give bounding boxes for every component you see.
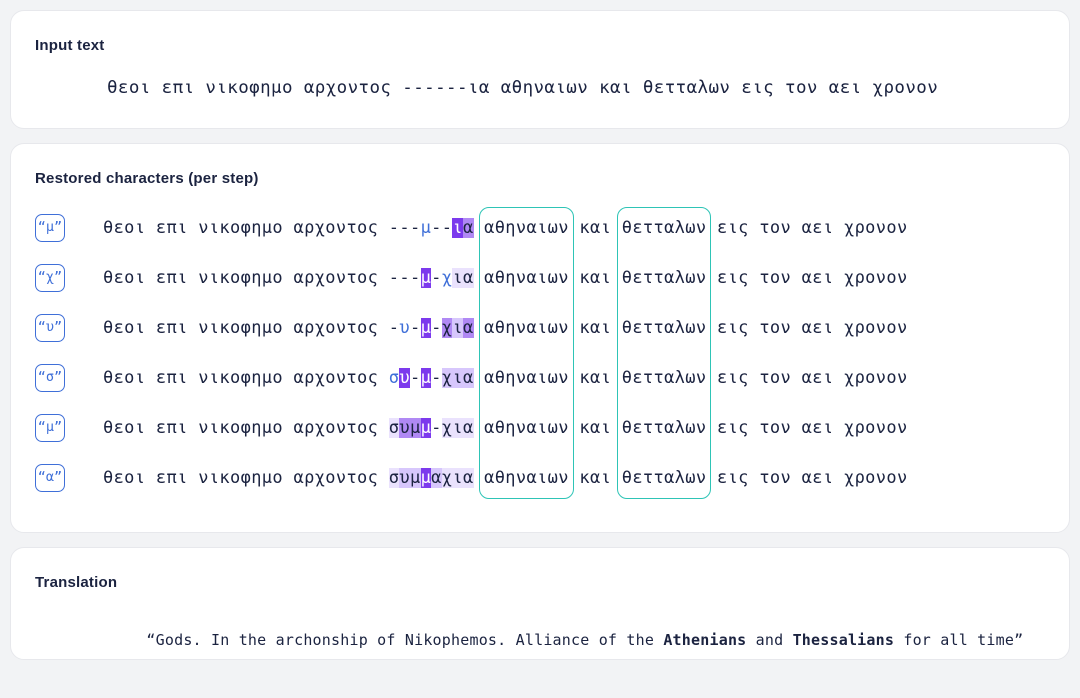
gap-char: μ [420,368,432,388]
gap-char: χ [441,268,453,288]
gap-char: - [388,318,400,338]
step-suffix: αθηναιων και θετταλων εις τον αει χρονον [473,418,908,438]
input-section-title: Input text [35,37,105,54]
gap-char: σ [388,468,400,488]
gap-char: υ [399,318,410,338]
translation-bold-athenians: Athenians [663,631,747,649]
step-row: “σ” θεοι επι νικοφημο αρχοντος συ-μ-χια α… [35,353,1045,403]
translation-part-middle: and [746,631,793,649]
gap-char: υ [399,368,410,388]
step-prefix: θεοι επι νικοφημο αρχοντος [103,318,389,338]
translation-part-open: “Gods. In the archonship of Nikophemos. … [146,631,664,649]
step-badge-σ[interactable]: “σ” [35,364,65,392]
gap-char: ι [452,268,463,288]
translation-section-title: Translation [35,574,118,591]
step-gap: -υ-μ-χια [389,318,474,338]
gap-char: σ [388,368,400,388]
gap-char: ι [452,368,463,388]
gap-char: α [462,268,474,288]
gap-char: μ [420,268,432,288]
gap-char: - [431,418,442,438]
step-sequence: θεοι επι νικοφημο αρχοντος συμμ-χια αθην… [103,418,908,438]
gap-char: - [388,268,400,288]
step-sequence: θεοι επι νικοφημο αρχοντος ---μ-χια αθην… [103,268,908,288]
step-prefix: θεοι επι νικοφημο αρχοντος [103,418,389,438]
gap-char: μ [420,218,432,238]
gap-char: α [462,318,474,338]
gap-char: ι [452,218,463,238]
step-sequence: θεοι επι νικοφημο αρχοντος ---μ--ια αθην… [103,218,908,238]
step-suffix: αθηναιων και θετταλων εις τον αει χρονον [473,218,908,238]
step-sequence: θεοι επι νικοφημο αρχοντος συ-μ-χια αθην… [103,368,908,388]
gap-char: μ [420,418,432,438]
gap-char: χ [441,468,453,488]
step-row: “χ” θεοι επι νικοφημο αρχοντος ---μ-χια α… [35,253,1045,303]
gap-char: χ [441,368,453,388]
gap-char: - [431,318,442,338]
step-prefix: θεοι επι νικοφημο αρχοντος [103,468,389,488]
gap-char: - [399,218,410,238]
step-gap: συμμαχια [388,468,474,488]
gap-char: ι [452,418,463,438]
step-badge-υ[interactable]: “υ” [35,314,65,342]
gap-char: σ [388,418,400,438]
gap-char: - [431,218,442,238]
step-badge-μ[interactable]: “μ” [35,414,65,442]
gap-char: - [409,218,421,238]
step-gap: συμμ-χια [388,418,474,438]
page-root: Input text θεοι επι νικοφημο αρχοντος --… [0,0,1080,698]
gap-char: μ [409,468,421,488]
gap-char: υ [399,468,410,488]
gap-char: - [388,218,400,238]
gap-char: - [409,268,421,288]
gap-char: υ [399,418,410,438]
gap-char: - [441,218,453,238]
step-badge-χ[interactable]: “χ” [35,264,65,292]
step-sequence: θεοι επι νικοφημο αρχοντος -υ-μ-χια αθην… [103,318,908,338]
gap-char: χ [441,418,453,438]
steps-section-title: Restored characters (per step) [35,170,259,187]
gap-char: α [462,218,474,238]
gap-char: μ [420,318,432,338]
input-text-card: Input text θεοι επι νικοφημο αρχοντος --… [10,10,1070,129]
step-suffix: αθηναιων και θετταλων εις τον αει χρονον [473,268,908,288]
step-prefix: θεοι επι νικοφημο αρχοντος [103,268,389,288]
translation-part-tail: for all time” [894,631,1024,649]
step-suffix: αθηναιων και θετταλων εις τον αει χρονον [473,318,908,338]
gap-char: α [431,468,442,488]
gap-char: α [462,468,474,488]
step-row: “μ” θεοι επι νικοφημο αρχοντος συμμ-χια α… [35,403,1045,453]
gap-char: - [399,268,410,288]
step-row: “α” θεοι επι νικοφημο αρχοντος συμμαχια α… [35,453,1045,503]
step-gap: συ-μ-χια [389,368,474,388]
step-row: “υ” θεοι επι νικοφημο αρχοντος -υ-μ-χια α… [35,303,1045,353]
translation-card: Translation “Gods. In the archonship of … [10,547,1070,660]
step-gap: ---μ-χια [389,268,474,288]
step-sequence: θεοι επι νικοφημο αρχοντος συμμαχια αθην… [103,468,908,488]
step-gap: ---μ--ια [389,218,474,238]
step-prefix: θεοι επι νικοφημο αρχοντος [103,218,389,238]
steps-list: “μ” θεοι επι νικοφημο αρχοντος ---μ--ια α… [35,203,1045,503]
translation-bold-thessalians: Thessalians [792,631,895,649]
gap-char: μ [420,468,432,488]
gap-char: - [409,368,421,388]
gap-char: - [431,368,442,388]
gap-char: ι [452,318,463,338]
step-prefix: θεοι επι νικοφημο αρχοντος [103,368,389,388]
step-suffix: αθηναιων και θετταλων εις τον αει χρονον [473,468,908,488]
gap-char: χ [441,318,453,338]
gap-char: μ [409,418,421,438]
step-badge-μ[interactable]: “μ” [35,214,65,242]
restored-characters-card: Restored characters (per step) “μ” θεοι ε… [10,143,1070,533]
input-text-value: θεοι επι νικοφημο αρχοντος ------ια αθην… [107,78,939,98]
gap-char: α [462,368,474,388]
step-row: “μ” θεοι επι νικοφημο αρχοντος ---μ--ια α… [35,203,1045,253]
gap-char: ι [452,468,463,488]
translation-text: “Gods. In the archonship of Nikophemos. … [35,613,1045,667]
step-suffix: αθηναιων και θετταλων εις τον αει χρονον [473,368,908,388]
gap-char: - [431,268,442,288]
step-badge-α[interactable]: “α” [35,464,65,492]
gap-char: α [462,418,474,438]
gap-char: - [409,318,421,338]
